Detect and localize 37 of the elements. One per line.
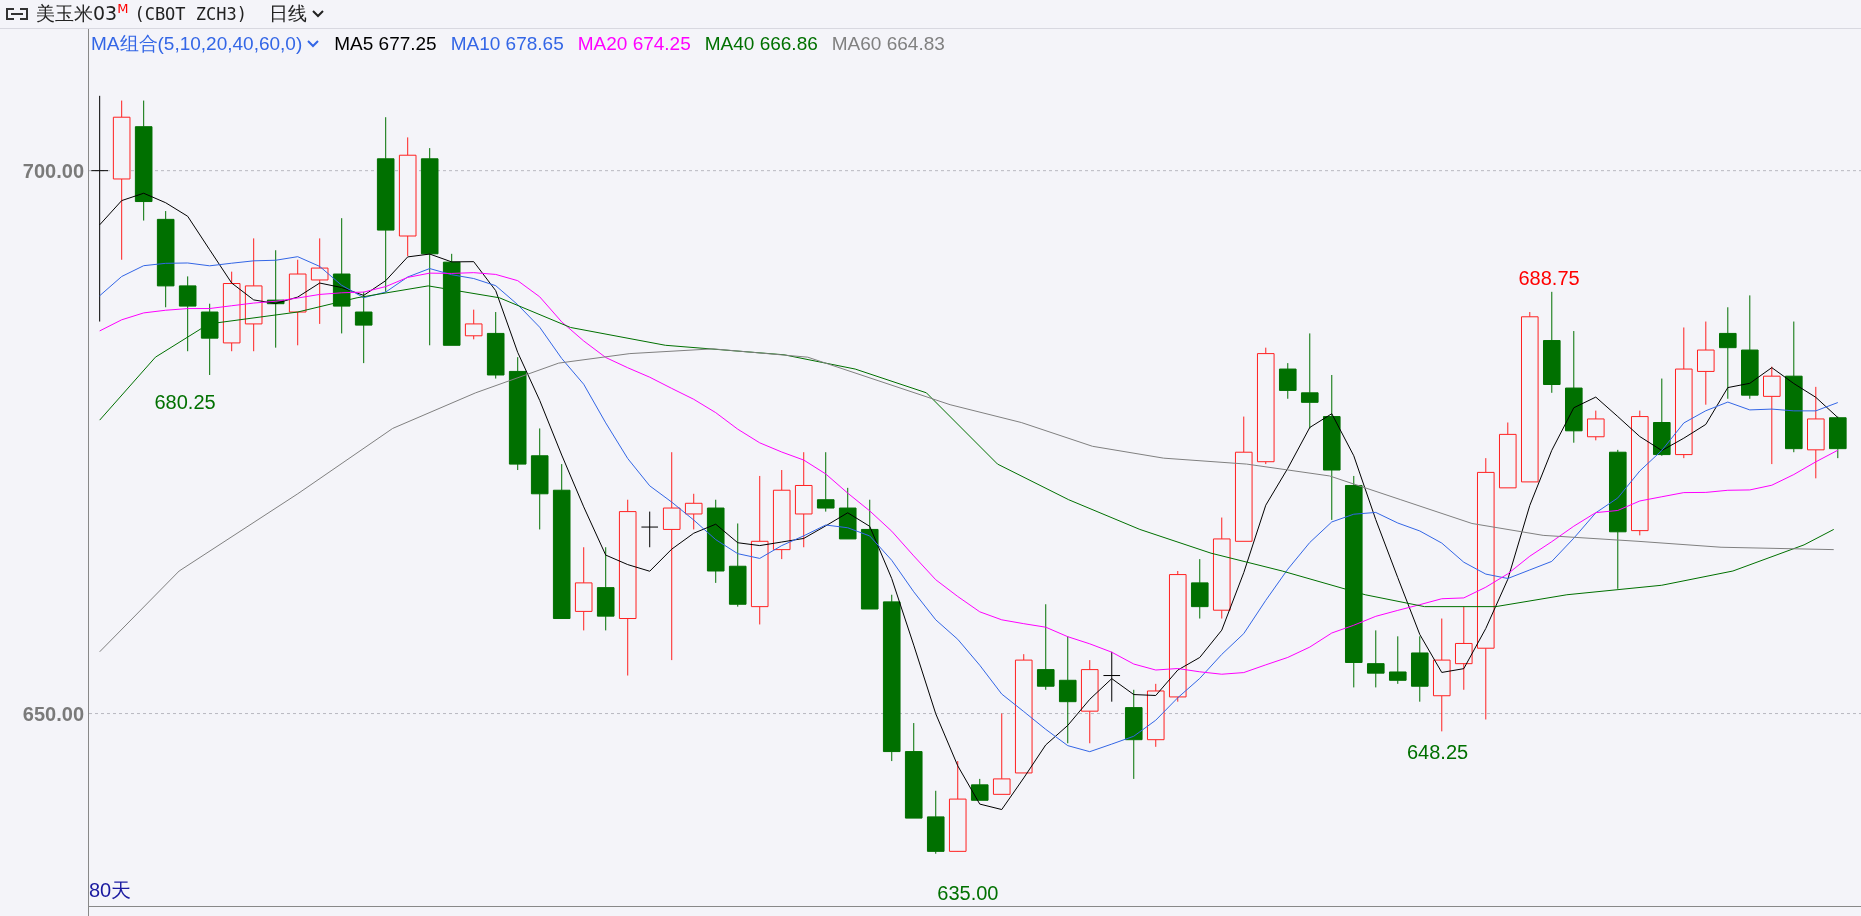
instrument-title: 美玉米03$^{M}$ xyxy=(36,0,129,27)
range-label: 80天 xyxy=(89,878,132,903)
price-annotation: 680.25 xyxy=(154,390,216,414)
ma-legend-value: MA20 674.25 xyxy=(577,33,691,55)
ma-legend-value: MA60 664.83 xyxy=(831,33,945,55)
doji-candlestick xyxy=(640,511,659,548)
candlestick xyxy=(1366,629,1385,688)
candlestick xyxy=(816,451,835,513)
price-annotation: 635.00 xyxy=(937,881,999,905)
candlestick xyxy=(1587,410,1605,441)
candlestick xyxy=(838,487,857,540)
link-icon xyxy=(4,7,30,21)
period-dropdown[interactable]: 日线 xyxy=(265,1,329,27)
candlestick xyxy=(1388,635,1407,685)
chevron-down-icon xyxy=(311,9,325,19)
price-axis-label: 650.00 xyxy=(22,702,84,726)
candlestick xyxy=(1411,635,1429,703)
instrument-code: (CBOT ZCH3) xyxy=(134,4,247,24)
candlestick xyxy=(684,493,703,530)
candlestick xyxy=(1190,558,1209,619)
chevron-down-icon xyxy=(306,39,321,49)
candlestick xyxy=(1278,362,1297,400)
ma-legend-value: MA40 666.86 xyxy=(704,33,818,55)
price-annotation: 688.75 xyxy=(1518,266,1580,290)
ma-legend-value: MA5 677.25 xyxy=(334,33,437,55)
candlestick xyxy=(1829,416,1847,459)
ma-combo-dropdown[interactable]: MA组合(5,10,20,40,60,0) xyxy=(91,31,321,57)
ma-legend-value: MA10 678.65 xyxy=(450,33,564,55)
price-axis-label: 700.00 xyxy=(22,159,84,183)
candlestick xyxy=(1146,683,1165,748)
price-annotation: 648.25 xyxy=(1407,740,1469,764)
doji-candlestick xyxy=(1102,651,1121,703)
candlestick xyxy=(464,309,483,340)
candlestick xyxy=(970,778,989,801)
candlestick xyxy=(1499,422,1517,489)
candlestick xyxy=(926,790,945,855)
candlestick xyxy=(486,311,505,380)
